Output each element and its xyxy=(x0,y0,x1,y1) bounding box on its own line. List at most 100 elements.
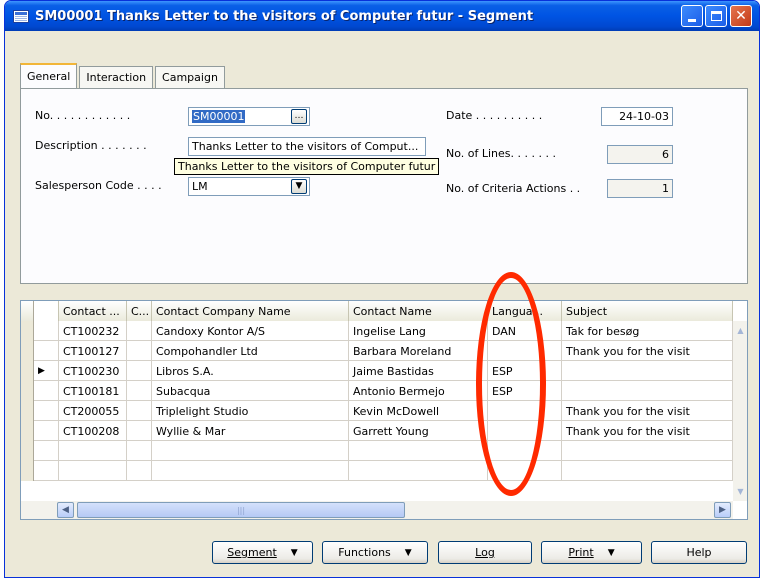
column-header-name[interactable]: Contact Name xyxy=(349,301,488,321)
row-header[interactable] xyxy=(21,361,34,381)
cell-contact-no[interactable]: CT100181 xyxy=(59,381,127,401)
cell-company-name[interactable]: Compohandler Ltd xyxy=(152,341,349,361)
row-selector[interactable] xyxy=(34,321,59,341)
print-button[interactable]: Print ▼ xyxy=(541,541,642,564)
row-header[interactable] xyxy=(21,421,34,441)
table-row[interactable]: CT200055 Triplelight Studio Kevin McDowell… xyxy=(21,401,733,421)
cell-subject[interactable] xyxy=(562,441,733,461)
salesperson-dropdown-button[interactable]: ▼ xyxy=(291,179,307,194)
tab-interaction[interactable]: Interaction xyxy=(79,66,154,88)
chevron-down-icon: ▼ xyxy=(295,181,303,191)
cell-contact-no[interactable] xyxy=(59,441,127,461)
log-button[interactable]: Log xyxy=(438,541,532,564)
row-selector[interactable] xyxy=(34,441,59,461)
cell-c[interactable] xyxy=(127,321,152,341)
row-header[interactable] xyxy=(21,441,34,461)
table-row[interactable]: CT100181 Subacqua Antonio Bermejo ESP xyxy=(21,381,733,401)
cell-c[interactable] xyxy=(127,441,152,461)
row-selector[interactable] xyxy=(34,341,59,361)
close-button[interactable]: ✕ xyxy=(730,5,752,27)
scroll-up-icon[interactable]: ▲ xyxy=(733,323,747,338)
cell-subject[interactable] xyxy=(562,381,733,401)
cell-contact-name[interactable]: Jaime Bastidas xyxy=(349,361,488,381)
maximize-button[interactable] xyxy=(705,5,727,27)
cell-company-name[interactable]: Libros S.A. xyxy=(152,361,349,381)
table-row[interactable]: ▶ CT100230 Libros S.A. Jaime Bastidas ESP xyxy=(21,361,733,381)
column-header-c[interactable]: C... xyxy=(127,301,152,321)
vertical-scrollbar[interactable]: ▲ ▼ xyxy=(733,321,747,501)
row-selector[interactable] xyxy=(34,461,59,481)
functions-button[interactable]: Functions ▼ xyxy=(322,541,428,564)
cell-subject[interactable]: Thank you for the visit xyxy=(562,401,733,421)
horizontal-scrollbar[interactable]: ◀ ||| ▶ xyxy=(21,501,733,519)
scroll-down-icon[interactable]: ▼ xyxy=(733,484,747,499)
cell-contact-no[interactable]: CT100208 xyxy=(59,421,127,441)
row-header[interactable] xyxy=(21,461,34,481)
cell-company-name[interactable] xyxy=(152,441,349,461)
row-selector[interactable] xyxy=(34,421,59,441)
cell-company-name[interactable] xyxy=(152,461,349,481)
row-selector[interactable] xyxy=(34,381,59,401)
cell-c[interactable] xyxy=(127,401,152,421)
tab-general[interactable]: General xyxy=(20,63,78,88)
cell-contact-no[interactable]: CT100232 xyxy=(59,321,127,341)
segment-button[interactable]: Segment ▼ xyxy=(212,541,313,564)
no-label: No. . . . . . . . . . . . xyxy=(35,109,131,122)
chevron-down-icon: ▼ xyxy=(404,547,412,558)
cell-company-name[interactable]: Wyllie & Mar xyxy=(152,421,349,441)
help-button[interactable]: Help xyxy=(651,541,747,564)
minimize-button[interactable] xyxy=(681,5,703,27)
cell-c[interactable] xyxy=(127,361,152,381)
scroll-right-icon[interactable]: ▶ xyxy=(714,502,731,518)
cell-contact-name[interactable] xyxy=(349,441,488,461)
cell-contact-no[interactable]: CT100127 xyxy=(59,341,127,361)
cell-subject[interactable] xyxy=(562,361,733,381)
row-header[interactable] xyxy=(21,401,34,421)
scroll-thumb[interactable]: ||| xyxy=(77,502,405,518)
empty-table-row[interactable] xyxy=(21,441,733,461)
column-header-company[interactable]: Contact Company Name xyxy=(152,301,349,321)
scroll-left-icon[interactable]: ◀ xyxy=(57,502,74,518)
empty-table-row[interactable] xyxy=(21,461,733,481)
contacts-grid[interactable]: Contact ... C... Contact Company Name Co… xyxy=(20,300,748,520)
cell-contact-no[interactable]: CT200055 xyxy=(59,401,127,421)
salesperson-label: Salesperson Code . . . . xyxy=(35,179,162,192)
table-row[interactable]: CT100232 Candoxy Kontor A/S Ingelise Lang D… xyxy=(21,321,733,341)
cell-company-name[interactable]: Triplelight Studio xyxy=(152,401,349,421)
cell-subject[interactable]: Tak for besøg xyxy=(562,321,733,341)
date-field[interactable]: 24-10-03 xyxy=(601,107,673,126)
row-selector[interactable] xyxy=(34,401,59,421)
cell-contact-name[interactable]: Garrett Young xyxy=(349,421,488,441)
cell-contact-no[interactable] xyxy=(59,461,127,481)
column-header-contact[interactable]: Contact ... xyxy=(59,301,127,321)
cell-subject[interactable] xyxy=(562,461,733,481)
cell-subject[interactable]: Thank you for the visit xyxy=(562,421,733,441)
row-header[interactable] xyxy=(21,341,34,361)
current-row-icon: ▶ xyxy=(38,366,45,376)
cell-contact-name[interactable]: Ingelise Lang xyxy=(349,321,488,341)
title-bar[interactable]: SM00001 Thanks Letter to the visitors of… xyxy=(5,1,759,31)
cell-c[interactable] xyxy=(127,421,152,441)
cell-contact-name[interactable] xyxy=(349,461,488,481)
no-lookup-button[interactable]: … xyxy=(291,109,307,124)
grid-header-row: Contact ... C... Contact Company Name Co… xyxy=(21,301,733,321)
column-header-subject[interactable]: Subject xyxy=(562,301,733,321)
row-selector[interactable]: ▶ xyxy=(34,361,59,381)
cell-contact-name[interactable]: Antonio Bermejo xyxy=(349,381,488,401)
row-header[interactable] xyxy=(21,381,34,401)
cell-contact-name[interactable]: Kevin McDowell xyxy=(349,401,488,421)
cell-company-name[interactable]: Subacqua xyxy=(152,381,349,401)
description-field[interactable]: Thanks Letter to the visitors of Comput.… xyxy=(188,137,426,156)
cell-contact-name[interactable]: Barbara Moreland xyxy=(349,341,488,361)
table-row[interactable]: CT100208 Wyllie & Mar Garrett Young Thank y… xyxy=(21,421,733,441)
cell-c[interactable] xyxy=(127,461,152,481)
cell-contact-no[interactable]: CT100230 xyxy=(59,361,127,381)
cell-subject[interactable]: Thank you for the visit xyxy=(562,341,733,361)
cell-c[interactable] xyxy=(127,381,152,401)
cell-company-name[interactable]: Candoxy Kontor A/S xyxy=(152,321,349,341)
row-header[interactable] xyxy=(21,321,34,341)
cell-c[interactable] xyxy=(127,341,152,361)
tab-campaign[interactable]: Campaign xyxy=(155,66,225,88)
table-row[interactable]: CT100127 Compohandler Ltd Barbara Moreland… xyxy=(21,341,733,361)
functions-button-label: Functions xyxy=(338,546,391,559)
